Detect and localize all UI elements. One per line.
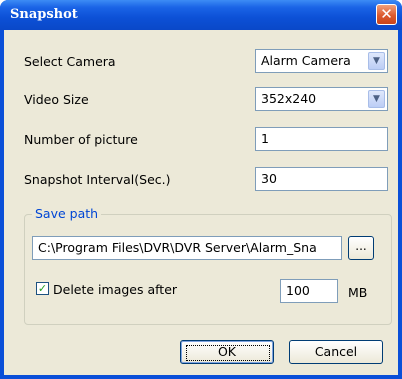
dialog-title: Snapshot — [10, 7, 78, 22]
browse-button[interactable]: ... — [348, 236, 374, 260]
ok-button[interactable]: OK — [180, 340, 274, 364]
checkmark-icon: ✓ — [37, 282, 48, 295]
save-path-group — [24, 214, 392, 325]
close-button[interactable]: ✕ — [376, 4, 397, 25]
select-camera-value: Alarm Camera — [261, 53, 351, 68]
delete-images-label[interactable]: Delete images after — [53, 282, 177, 297]
cancel-button[interactable]: Cancel — [289, 340, 383, 364]
cancel-button-label: Cancel — [314, 344, 358, 359]
chevron-down-icon[interactable]: ▼ — [368, 52, 385, 70]
save-path-value: C:\Program Files\DVR\DVR Server\Alarm_Sn… — [38, 240, 317, 255]
browse-button-label: ... — [355, 239, 367, 253]
dialog-body: Select Camera Alarm Camera ▼ Video Size … — [4, 30, 398, 375]
save-path-group-title: Save path — [32, 206, 102, 221]
snapshot-interval-input[interactable]: 30 — [255, 167, 388, 191]
select-camera-label: Select Camera — [24, 54, 116, 69]
delete-size-input[interactable]: 100 — [280, 279, 338, 303]
number-of-picture-label: Number of picture — [24, 132, 138, 147]
size-unit-label: MB — [348, 285, 368, 300]
chevron-down-icon[interactable]: ▼ — [368, 90, 385, 108]
delete-size-value: 100 — [286, 283, 310, 298]
delete-images-checkbox[interactable]: ✓ — [36, 282, 49, 295]
close-icon: ✕ — [380, 5, 393, 23]
select-camera-dropdown[interactable]: Alarm Camera ▼ — [255, 49, 388, 73]
snapshot-interval-value: 30 — [261, 171, 277, 186]
focus-rect — [186, 345, 270, 361]
video-size-label: Video Size — [24, 92, 89, 107]
video-size-dropdown[interactable]: 352x240 ▼ — [255, 87, 388, 111]
snapshot-interval-label: Snapshot Interval(Sec.) — [24, 172, 171, 187]
number-of-picture-value: 1 — [261, 131, 269, 146]
snapshot-dialog: Snapshot ✕ Select Camera Alarm Camera ▼ … — [0, 0, 402, 379]
number-of-picture-input[interactable]: 1 — [255, 127, 388, 151]
title-bar[interactable]: Snapshot ✕ — [0, 0, 402, 30]
save-path-input[interactable]: C:\Program Files\DVR\DVR Server\Alarm_Sn… — [32, 236, 342, 260]
video-size-value: 352x240 — [261, 91, 317, 106]
